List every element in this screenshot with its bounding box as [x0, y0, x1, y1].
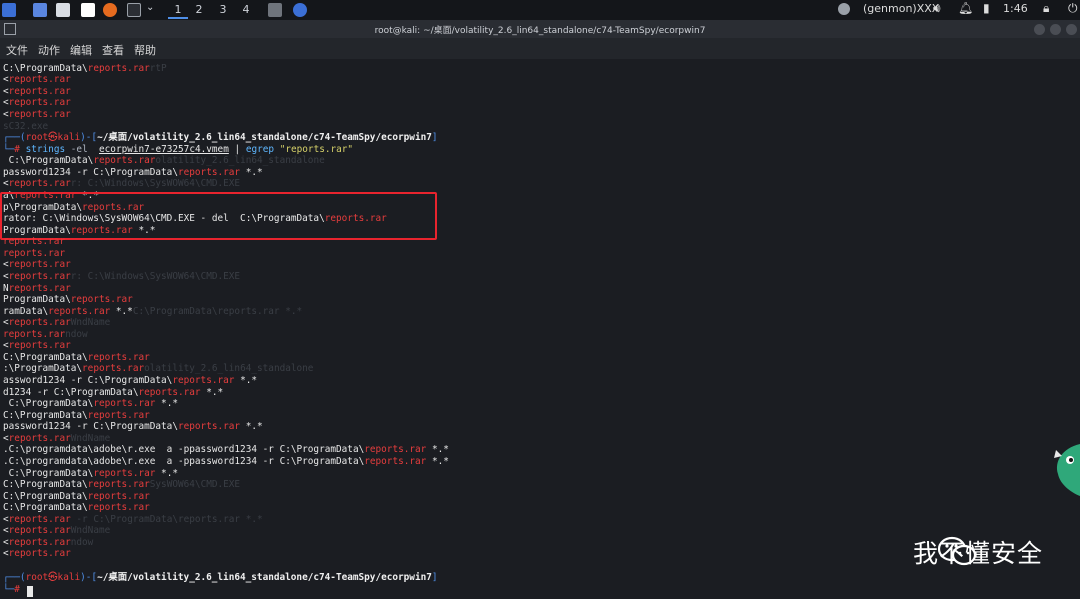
- watermark-text: 我不懂安全: [913, 539, 1044, 568]
- menu-bar: 文件 动作 编辑 查看 帮助: [0, 38, 1080, 59]
- desktop-icon[interactable]: [33, 3, 47, 17]
- output-line: C:\ProgramData\reports.rarSysWOW64\CMD.E…: [3, 479, 241, 490]
- input-prompt[interactable]: └─#: [3, 584, 20, 596]
- output-line: C:\ProgramData\reports.rar: [3, 491, 150, 502]
- output-line: C:\ProgramData\reports.rar *.*: [3, 468, 178, 479]
- output-line: .C:\programdata\adobe\r.exe a -ppassword…: [3, 444, 449, 455]
- clock[interactable]: 1:46: [1003, 2, 1028, 18]
- output-line: <reports.rar: [3, 259, 71, 270]
- output-line: <reports.rar: [3, 74, 71, 85]
- workspace-1[interactable]: 1: [168, 3, 188, 19]
- output-line: <reports.rar: [3, 86, 71, 97]
- output-line: C:\ProgramData\reports.rarrtP: [3, 63, 167, 74]
- chevron-down-icon[interactable]: ⌄: [146, 2, 154, 18]
- output-line: C:\ProgramData\reports.rar: [3, 410, 150, 421]
- file-manager-icon[interactable]: [56, 3, 70, 17]
- workspace-4[interactable]: 4: [239, 3, 253, 19]
- output-line: <reports.rarWndName: [3, 317, 111, 328]
- output-line: C:\ProgramData\reports.rar: [3, 352, 150, 363]
- output-line: .C:\programdata\adobe\r.exe a -ppassword…: [3, 456, 449, 467]
- top-panel: ⌄ 1 2 3 4 (genmon)XXX 🔊︎ 🔔︎ ▮ 1:46 🔒︎ ⏻: [0, 0, 1080, 20]
- output-line: <reports.rar: [3, 109, 71, 120]
- terminal-icon[interactable]: [127, 3, 141, 17]
- output-line: <reports.rarWndName: [3, 525, 111, 536]
- output-line: C:\ProgramData\reports.rarolatility_2.6_…: [3, 155, 325, 166]
- output-line: Nreports.rar: [3, 283, 71, 294]
- text-editor-icon[interactable]: [81, 3, 95, 17]
- menu-help[interactable]: 帮助: [134, 42, 156, 58]
- maximize-button[interactable]: [1050, 24, 1061, 35]
- output-line: <reports.rar: [3, 340, 71, 351]
- battery-icon[interactable]: ▮: [983, 1, 990, 17]
- update-task-icon[interactable]: [293, 3, 307, 17]
- minimize-button[interactable]: [1034, 24, 1045, 35]
- kali-dragon-mascot: [1054, 444, 1080, 496]
- power-icon[interactable]: ⏻: [1068, 1, 1078, 17]
- menu-view[interactable]: 查看: [102, 42, 124, 58]
- output-line: password1234 -r C:\ProgramData\reports.r…: [3, 167, 263, 178]
- output-line: d1234 -r C:\ProgramData\reports.rar *.*: [3, 387, 224, 398]
- output-line: reports.rar: [3, 248, 66, 259]
- workspace-3[interactable]: 3: [216, 3, 230, 19]
- output-line: <reports.rarr: C:\Windows\SysWOW64\CMD.E…: [3, 271, 241, 282]
- kali-menu-icon[interactable]: [2, 3, 16, 17]
- output-line: <reports.rarr: C:\Windows\SysWOW64\CMD.E…: [3, 178, 241, 189]
- output-line: C:\ProgramData\reports.rar: [3, 502, 150, 513]
- output-line: <reports.rar: [3, 97, 71, 108]
- shell-prompt: ┌──(root㉿kali)-[~/桌面/volatility_2.6_lin6…: [3, 572, 438, 583]
- window-title: root@kali: ~/桌面/volatility_2.6_lin64_sta…: [374, 26, 706, 36]
- workspace-2[interactable]: 2: [192, 3, 206, 19]
- output-line: assword1234 -r C:\ProgramData\reports.ra…: [3, 375, 257, 386]
- output-line: <reports.rarndow: [3, 537, 94, 548]
- text-cursor: [27, 586, 33, 597]
- terminal-output[interactable]: C:\ProgramData\reports.rarrtP <reports.r…: [0, 59, 1080, 599]
- lock-icon[interactable]: 🔒︎: [1043, 1, 1049, 17]
- menu-file[interactable]: 文件: [6, 42, 28, 58]
- volume-icon[interactable]: 🔊︎: [933, 1, 941, 17]
- menu-action[interactable]: 动作: [38, 42, 60, 58]
- genmon-icon: [838, 3, 850, 15]
- command-line: └─# strings -el ecorpwin7-e73257c4.vmem …: [3, 144, 354, 155]
- terminal-task-icon[interactable]: [268, 3, 282, 17]
- output-line: <reports.rar -r C:\ProgramData\reports.r…: [3, 514, 263, 525]
- menu-edit[interactable]: 编辑: [70, 42, 92, 58]
- output-line: ProgramData\reports.rar: [3, 294, 133, 305]
- close-button[interactable]: [1066, 24, 1077, 35]
- output-line: ramData\reports.rar *.*C:\ProgramData\re…: [3, 306, 303, 317]
- window-titlebar[interactable]: root@kali: ~/桌面/volatility_2.6_lin64_sta…: [0, 20, 1080, 38]
- notification-bell-icon[interactable]: 🔔︎: [958, 1, 973, 17]
- output-line: reports.rar: [3, 236, 66, 247]
- output-line: <reports.rar: [3, 548, 71, 559]
- output-line: reports.rarndow: [3, 329, 88, 340]
- output-line: :\ProgramData\reports.rarolatility_2.6_l…: [3, 363, 314, 374]
- output-line: password1234 -r C:\ProgramData\reports.r…: [3, 421, 263, 432]
- shell-prompt: ┌──(root㉿kali)-[~/桌面/volatility_2.6_lin6…: [3, 132, 438, 143]
- genmon-text: (genmon)XXX: [863, 2, 940, 15]
- output-line: <reports.rarWndName: [3, 433, 111, 444]
- output-line: sC32.exe: [3, 121, 49, 132]
- output-line: C:\ProgramData\reports.rar *.*: [3, 398, 178, 409]
- firefox-icon[interactable]: [103, 3, 117, 17]
- highlight-box: [0, 192, 437, 240]
